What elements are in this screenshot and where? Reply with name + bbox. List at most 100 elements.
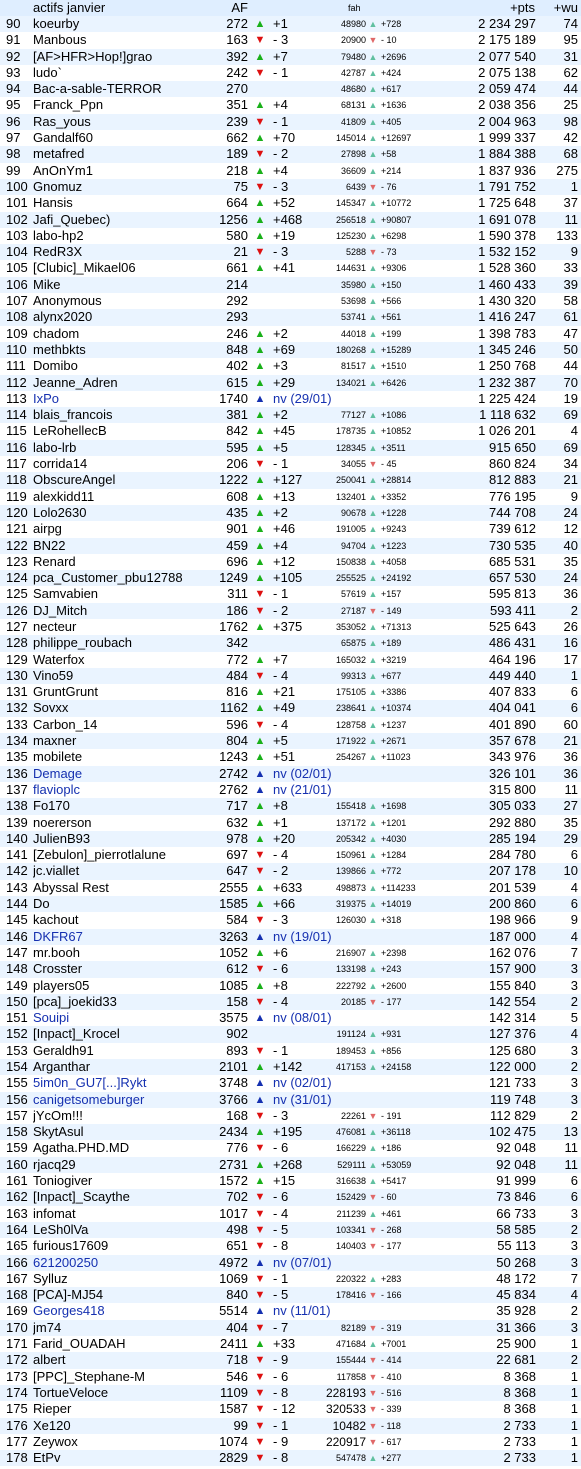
rank-cell: 133 bbox=[6, 716, 28, 732]
points-cell: 525 643 bbox=[489, 618, 536, 634]
fah-cell: 171922 bbox=[335, 736, 366, 747]
fah-arrow-icon: ▲ bbox=[368, 19, 378, 29]
fah-arrow-icon: ▲ bbox=[368, 214, 378, 225]
change-arrow-icon: ▼ bbox=[254, 718, 266, 731]
points-cell: 464 196 bbox=[489, 651, 536, 667]
fah-change-cell: +150 bbox=[381, 279, 402, 290]
header-pts: +pts bbox=[510, 0, 535, 15]
table-row: 160 rjacq29 2731 ▲ +268 529111 ▲ +53059 92 048 11 bbox=[0, 1156, 581, 1174]
fah-cell: 79480 bbox=[340, 51, 366, 62]
rank-cell: 176 bbox=[6, 1417, 28, 1433]
rank-cell: 161 bbox=[6, 1173, 28, 1189]
points-cell: 45 834 bbox=[496, 1287, 536, 1303]
table-row: 101 Hansis 664 ▲ +52 145347 ▲ +10772 1 725 648 37 bbox=[0, 195, 581, 212]
table-row: 105 [Clubic]_Mikael06 661 ▲ +41 144631 ▲ +9306 1… bbox=[0, 260, 581, 277]
wu-cell: 6 bbox=[570, 1173, 578, 1189]
wu-cell: 33 bbox=[563, 260, 578, 276]
rank-cell: 169 bbox=[6, 1303, 28, 1319]
fah-cell: 529111 bbox=[337, 1159, 366, 1170]
af-cell: 647 bbox=[226, 863, 248, 879]
af-cell: 580 bbox=[226, 227, 248, 243]
change-arrow-icon: ▲ bbox=[254, 343, 266, 356]
fah-cell: 178416 bbox=[335, 1290, 366, 1301]
fah-change-cell: +58 bbox=[381, 149, 397, 160]
wu-cell: 21 bbox=[563, 472, 578, 488]
name-cell: [Clubic]_Mikael06 bbox=[33, 260, 136, 276]
rank-cell: 166 bbox=[6, 1254, 28, 1270]
fah-change-cell: +1284 bbox=[381, 850, 407, 861]
wu-cell: 31 bbox=[563, 48, 578, 64]
change-arrow-icon: ▲ bbox=[254, 425, 266, 438]
af-cell: 2742 bbox=[219, 765, 248, 781]
name-cell: ludo` bbox=[33, 64, 62, 80]
name-cell: Farid_OUADAH bbox=[33, 1336, 126, 1352]
table-header: actifs janvier AF fah +pts +wu bbox=[0, 0, 581, 16]
fah-arrow-icon: ▼ bbox=[368, 1404, 378, 1415]
fah-cell: 417153 bbox=[335, 1062, 366, 1072]
name-cell: Jeanne_Adren bbox=[33, 374, 118, 390]
change-arrow-icon: ▲ bbox=[254, 360, 266, 373]
points-cell: 119 748 bbox=[489, 1091, 536, 1107]
table-row: 171 Farid_OUADAH 2411 ▲ +33 471684 ▲ +7001 25 90… bbox=[0, 1336, 581, 1353]
wu-cell: 11 bbox=[564, 1140, 579, 1156]
table-row: 153 Geraldh91 893 ▼ - 1 189453 ▲ +856 125 680 3 bbox=[0, 1042, 581, 1059]
fah-arrow-icon: ▲ bbox=[368, 1208, 378, 1219]
wu-cell: 1 bbox=[570, 178, 578, 194]
fah-change-cell: +214 bbox=[381, 165, 402, 176]
table-row: 176 Xe120 99 ▼ - 1 10482 ▼ - 118 2 733 1 bbox=[0, 1417, 581, 1434]
af-cell: 615 bbox=[226, 374, 248, 390]
af-cell: 1222 bbox=[219, 472, 248, 488]
change-arrow-icon: ▼ bbox=[254, 1386, 266, 1399]
points-cell: 66 733 bbox=[496, 1205, 536, 1221]
wu-cell: 21 bbox=[563, 733, 578, 749]
af-cell: 168 bbox=[226, 1107, 248, 1123]
rank-cell: 164 bbox=[6, 1221, 28, 1237]
name-cell: Sovxx bbox=[33, 700, 69, 716]
table-row: 99 AnOnYm1 218 ▲ +4 36609 ▲ +214 1 837 936 275 bbox=[0, 162, 581, 179]
rank-cell: 123 bbox=[6, 553, 28, 569]
fah-change-cell: +1510 bbox=[381, 361, 407, 372]
af-cell: 816 bbox=[226, 684, 248, 700]
change-arrow-icon: ▲ bbox=[254, 409, 266, 422]
rank-cell: 177 bbox=[6, 1433, 28, 1449]
name-cell: Do bbox=[33, 896, 50, 912]
af-cell: 772 bbox=[226, 651, 248, 667]
fah-change-cell: +2600 bbox=[381, 980, 407, 991]
fah-arrow-icon: ▲ bbox=[368, 752, 378, 763]
fah-arrow-icon: ▲ bbox=[368, 1176, 378, 1187]
fah-arrow-icon: ▲ bbox=[368, 670, 378, 681]
fah-change-cell: +15289 bbox=[381, 344, 412, 355]
name-cell: jm74 bbox=[33, 1319, 62, 1335]
af-cell: 978 bbox=[226, 830, 248, 846]
wu-cell: 2 bbox=[570, 602, 578, 618]
name-cell: Demage bbox=[33, 765, 83, 781]
change-arrow-icon: ▼ bbox=[254, 588, 266, 601]
change-arrow-icon: ▲ bbox=[254, 441, 266, 454]
name-cell: Toniogiver bbox=[33, 1173, 93, 1189]
wu-cell: 6 bbox=[570, 896, 578, 912]
fah-cell: 20900 bbox=[340, 35, 366, 46]
wu-cell: 61 bbox=[563, 309, 578, 325]
table-row: 178 EtPv 2829 ▼ - 8 547478 ▲ +277 2 733 1 bbox=[0, 1450, 581, 1467]
table-row: 121 airpg 901 ▲ +46 191005 ▲ +9243 739 612 12 bbox=[0, 521, 581, 538]
name-cell: pca_Customer_pbu12788 bbox=[33, 570, 183, 586]
table-row: 141 [Zebulon]_pierrotlalune 697 ▼ - 4 150961 ▲… bbox=[0, 847, 581, 864]
af-cell: 214 bbox=[226, 276, 248, 292]
table-row: 106 Mike 214 35980 ▲ +150 1 460 433 39 bbox=[0, 276, 581, 294]
table-row: 122 BN22 459 ▲ +4 94704 ▲ +1223 730 535 40 bbox=[0, 537, 581, 554]
table-row: 165 furious17609 651 ▼ - 8 140403 ▼ - 177 55 113… bbox=[0, 1238, 581, 1255]
fah-arrow-icon: ▲ bbox=[368, 833, 378, 844]
name-cell: Anonymous bbox=[33, 293, 102, 309]
name-cell: Rieper bbox=[33, 1401, 72, 1417]
table-row: 125 Samvabien 311 ▼ - 1 57619 ▲ +157 595 813 36 bbox=[0, 586, 581, 603]
points-cell: 142 554 bbox=[489, 993, 536, 1009]
name-cell: Sylluz bbox=[33, 1270, 68, 1286]
points-cell: 122 000 bbox=[489, 1059, 536, 1074]
fah-cell: 10482 bbox=[332, 1418, 366, 1433]
fah-change-cell: - 118 bbox=[381, 1420, 401, 1431]
table-row: 149 players05 1085 ▲ +8 222792 ▲ +2600 155 840 3 bbox=[0, 977, 581, 994]
fah-cell: 137172 bbox=[335, 817, 366, 828]
points-cell: 1 884 388 bbox=[478, 146, 536, 162]
fah-arrow-icon: ▲ bbox=[368, 915, 378, 926]
rank-cell: 108 bbox=[6, 309, 28, 325]
